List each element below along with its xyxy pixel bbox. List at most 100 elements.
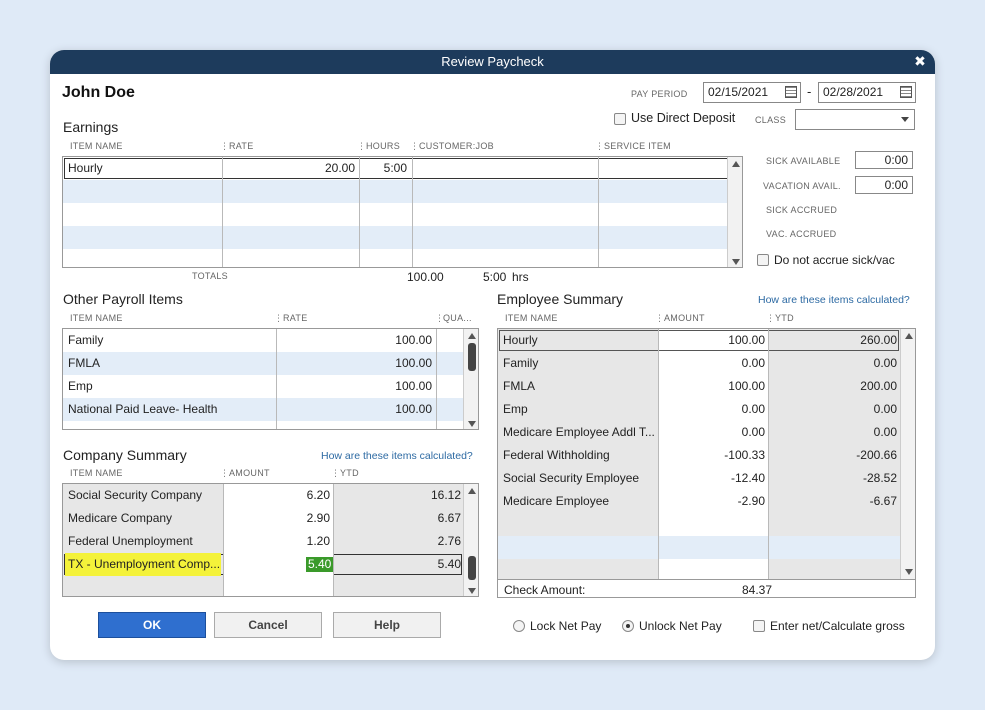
- pay-period-separator: -: [807, 84, 812, 99]
- company-item-cell[interactable]: Federal Unemployment: [65, 530, 221, 553]
- enter-net-checkbox[interactable]: [753, 620, 765, 632]
- col-divider: [223, 484, 224, 596]
- company-item-cell[interactable]: Social Security Company: [65, 484, 221, 507]
- other-payroll-rate-cell[interactable]: 100.00: [277, 329, 435, 352]
- table-row[interactable]: Medicare Employee -2.90 -6.67: [498, 490, 915, 513]
- calendar-icon[interactable]: [785, 86, 797, 98]
- close-icon[interactable]: ✖: [911, 52, 929, 70]
- earnings-rate-cell[interactable]: 20.00: [223, 157, 358, 180]
- company-item-cell[interactable]: Medicare Company: [65, 507, 221, 530]
- scroll-thumb[interactable]: [468, 343, 476, 371]
- employee-summary-table[interactable]: Hourly 100.00 260.00 Family 0.00 0.00 FM…: [497, 328, 916, 598]
- table-row[interactable]: National Paid Leave- Health 100.00: [63, 398, 478, 421]
- help-button[interactable]: Help: [333, 612, 441, 638]
- employee-item-cell[interactable]: Federal Withholding: [500, 444, 656, 467]
- table-row[interactable]: [498, 513, 915, 536]
- earnings-job-cell[interactable]: [413, 157, 597, 180]
- col-divider: [768, 329, 769, 579]
- table-row[interactable]: [63, 226, 742, 249]
- vac-accrued-label: VAC. ACCRUED: [766, 229, 837, 239]
- scroll-up-icon[interactable]: [732, 161, 740, 167]
- table-row[interactable]: Federal Unemployment 1.20 2.76: [63, 530, 478, 553]
- other-payroll-scrollbar[interactable]: [463, 329, 478, 429]
- other-payroll-rate-cell[interactable]: 100.00: [277, 375, 435, 398]
- class-dropdown[interactable]: [795, 109, 915, 130]
- calendar-icon[interactable]: [900, 86, 912, 98]
- company-amount-cell-selected[interactable]: 5.40: [306, 557, 334, 572]
- table-row[interactable]: Hourly 20.00 5:00: [63, 157, 742, 180]
- scroll-down-icon[interactable]: [732, 259, 740, 265]
- other-payroll-item-cell[interactable]: Family: [65, 329, 275, 352]
- employee-item-cell[interactable]: Family: [500, 352, 656, 375]
- unlock-net-pay-radio[interactable]: [622, 620, 634, 632]
- direct-deposit-checkbox[interactable]: [614, 113, 626, 125]
- table-row[interactable]: Social Security Employee -12.40 -28.52: [498, 467, 915, 490]
- employee-item-cell[interactable]: Medicare Employee: [500, 490, 656, 513]
- sick-available-field[interactable]: 0:00: [855, 151, 913, 169]
- table-row[interactable]: Social Security Company 6.20 16.12: [63, 484, 478, 507]
- other-payroll-item-cell[interactable]: National Paid Leave- Health: [65, 398, 275, 421]
- sick-available-label: SICK AVAILABLE: [766, 156, 841, 166]
- other-payroll-item-cell[interactable]: Emp: [65, 375, 275, 398]
- employee-summary-help-link[interactable]: How are these items calculated?: [758, 294, 910, 306]
- table-row[interactable]: Emp 100.00: [63, 375, 478, 398]
- col-divider: [436, 329, 437, 429]
- pay-period-start-field[interactable]: 02/15/2021: [703, 82, 801, 103]
- table-row[interactable]: Hourly 100.00 260.00: [498, 329, 915, 352]
- employee-item-cell[interactable]: Medicare Employee Addl T...: [500, 421, 656, 444]
- company-summary-table[interactable]: Social Security Company 6.20 16.12 Medic…: [62, 483, 479, 597]
- company-summary-scrollbar[interactable]: [463, 484, 478, 596]
- other-payroll-rate-cell[interactable]: 100.00: [277, 398, 435, 421]
- company-amount-cell[interactable]: 1.20: [223, 530, 333, 553]
- table-row[interactable]: [498, 559, 915, 579]
- employee-ytd-cell: 0.00: [873, 356, 897, 370]
- earnings-scrollbar[interactable]: [727, 157, 742, 267]
- table-row[interactable]: [63, 576, 478, 596]
- earnings-service-cell[interactable]: [599, 157, 727, 180]
- company-amount-cell[interactable]: 2.90: [223, 507, 333, 530]
- table-row[interactable]: [63, 203, 742, 226]
- table-row[interactable]: [498, 536, 915, 559]
- table-row[interactable]: Medicare Employee Addl T... 0.00 0.00: [498, 421, 915, 444]
- table-row[interactable]: [63, 421, 478, 429]
- company-amount-cell[interactable]: 6.20: [223, 484, 333, 507]
- employee-item-cell[interactable]: Social Security Employee: [500, 467, 656, 490]
- other-payroll-table[interactable]: Family 100.00 FMLA 100.00 Emp 100.00 Nat…: [62, 328, 479, 430]
- table-row[interactable]: Federal Withholding -100.33 -200.66: [498, 444, 915, 467]
- vacation-avail-field[interactable]: 0:00: [855, 176, 913, 194]
- no-accrue-checkbox[interactable]: [757, 254, 769, 266]
- employee-amount-cell: -12.40: [730, 471, 765, 485]
- scroll-down-icon[interactable]: [468, 421, 476, 427]
- lock-net-pay-radio[interactable]: [513, 620, 525, 632]
- earnings-col-item: ITEM NAME: [70, 141, 123, 151]
- scroll-down-icon[interactable]: [468, 588, 476, 594]
- employee-item-cell[interactable]: Emp: [500, 398, 656, 421]
- table-row[interactable]: Medicare Company 2.90 6.67: [63, 507, 478, 530]
- pay-period-end-field[interactable]: 02/28/2021: [818, 82, 916, 103]
- cancel-button[interactable]: Cancel: [214, 612, 322, 638]
- earnings-item-cell[interactable]: Hourly: [65, 157, 221, 180]
- earnings-hours-cell[interactable]: 5:00: [360, 157, 410, 180]
- company-item-cell-highlighted[interactable]: TX - Unemployment Comp...: [65, 553, 221, 576]
- other-payroll-item-cell[interactable]: FMLA: [65, 352, 275, 375]
- scroll-up-icon[interactable]: [468, 488, 476, 494]
- table-row[interactable]: Emp 0.00 0.00: [498, 398, 915, 421]
- scroll-thumb[interactable]: [468, 556, 476, 580]
- company-summary-help-link[interactable]: How are these items calculated?: [321, 450, 473, 462]
- other-payroll-rate-cell[interactable]: 100.00: [277, 352, 435, 375]
- earnings-table[interactable]: Hourly 20.00 5:00: [62, 156, 743, 268]
- employee-item-cell[interactable]: FMLA: [500, 375, 656, 398]
- table-row[interactable]: FMLA 100.00 200.00: [498, 375, 915, 398]
- table-row[interactable]: [63, 249, 742, 267]
- employee-summary-scrollbar[interactable]: [900, 329, 915, 579]
- employee-item-cell[interactable]: Hourly: [500, 329, 656, 352]
- scroll-down-icon[interactable]: [905, 569, 913, 575]
- table-row[interactable]: Family 100.00: [63, 329, 478, 352]
- ok-button[interactable]: OK: [98, 612, 206, 638]
- table-row-selected[interactable]: TX - Unemployment Comp... 5.40 5.40: [63, 553, 478, 576]
- scroll-up-icon[interactable]: [468, 333, 476, 339]
- table-row[interactable]: Family 0.00 0.00: [498, 352, 915, 375]
- scroll-up-icon[interactable]: [905, 333, 913, 339]
- table-row[interactable]: [63, 180, 742, 203]
- table-row[interactable]: FMLA 100.00: [63, 352, 478, 375]
